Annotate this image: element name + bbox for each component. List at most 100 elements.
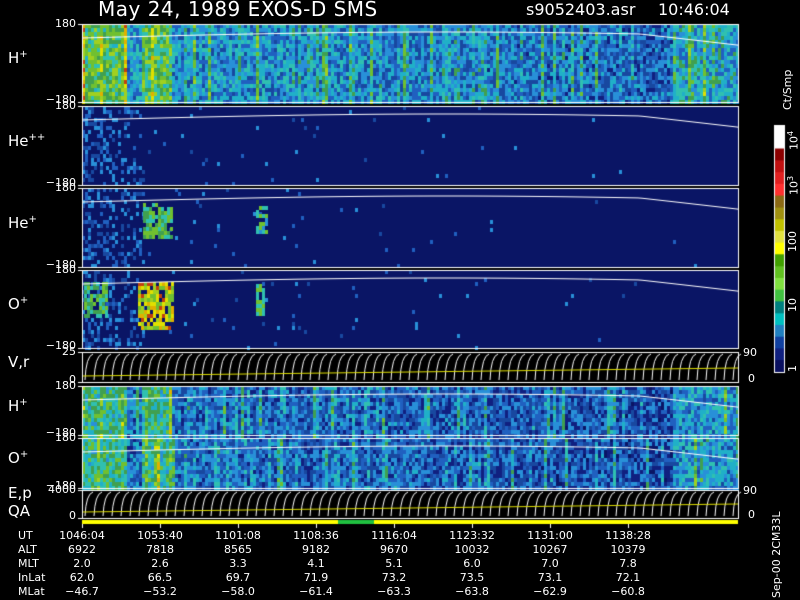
- panel-label-text: O: [8, 449, 20, 467]
- colorbar-label: 103: [786, 176, 800, 195]
- colorbar-label-base: 1: [786, 365, 799, 372]
- table-cell: −58.0: [221, 585, 255, 598]
- table-cell: 1101:08: [215, 529, 261, 542]
- file-name: s9052403.asr: [526, 0, 636, 19]
- right-tick-bottom: 0: [748, 372, 755, 385]
- panel-label-sup: ++: [28, 131, 46, 143]
- panel-label-text: He: [8, 213, 29, 232]
- panel-label-text: He: [8, 131, 29, 150]
- row-label-mlt: MLT: [18, 557, 39, 570]
- table-cell: 1131:00: [527, 529, 573, 542]
- table-cell: 9182: [302, 543, 330, 556]
- panel-label-heplus: He+: [8, 214, 37, 232]
- panel-label-hplus: H+: [8, 49, 28, 67]
- table-cell: 1053:40: [137, 529, 183, 542]
- plot-time: 10:46:04: [658, 0, 730, 19]
- row-label-alt: ALT: [18, 543, 37, 556]
- table-cell: 73.1: [537, 571, 563, 584]
- row-label-ut: UT: [18, 529, 33, 542]
- panel-label-oplus2: O+: [8, 449, 28, 467]
- panel-label-text: E,p: [8, 484, 32, 502]
- table-cell: 9670: [380, 543, 408, 556]
- table-cell: 7818: [146, 543, 174, 556]
- table-cell: 73.5: [459, 571, 485, 584]
- table-cell: 10379: [610, 543, 646, 556]
- colorbar-label-sup: 3: [786, 175, 795, 181]
- y-tick-max: 180: [55, 263, 76, 276]
- colorbar-label-base: 10: [787, 136, 800, 150]
- table-cell: 71.9: [303, 571, 329, 584]
- table-cell: 72.1: [615, 571, 641, 584]
- panel-label-sup: +: [19, 49, 28, 60]
- y-tick-max: 180: [55, 17, 76, 30]
- y-tick-max: 4000: [48, 483, 76, 496]
- table-cell: 2.6: [151, 557, 169, 570]
- colorbar-label-sup: 4: [786, 130, 795, 136]
- colorbar-label-base: 10: [786, 298, 799, 312]
- colorbar-label-base: 100: [786, 231, 799, 252]
- table-cell: 66.5: [147, 571, 173, 584]
- table-cell: −63.3: [377, 585, 411, 598]
- y-tick-max: 25: [62, 345, 76, 358]
- panel-label-hepp: He++: [8, 132, 45, 150]
- row-label-mlat: MLat: [18, 585, 45, 598]
- table-cell: 73.2: [381, 571, 407, 584]
- panel-label-sup: +: [19, 295, 29, 306]
- table-cell: 7.0: [541, 557, 559, 570]
- table-cell: 5.1: [385, 557, 403, 570]
- table-cell: −53.2: [143, 585, 177, 598]
- colorbar-label-base: 10: [787, 181, 800, 195]
- panel-label-sup: +: [28, 213, 37, 225]
- right-tick-bottom: 0: [748, 508, 755, 521]
- table-cell: −60.8: [611, 585, 645, 598]
- table-cell: 10267: [532, 543, 568, 556]
- y-tick-max: 180: [55, 99, 76, 112]
- panel-label-text: O: [8, 295, 20, 313]
- table-cell: 62.0: [69, 571, 95, 584]
- panel-label-text: H: [8, 396, 20, 415]
- table-cell: 10032: [454, 543, 490, 556]
- table-cell: 8565: [224, 543, 252, 556]
- table-cell: 2.0: [73, 557, 91, 570]
- panel-label-vr: V,r: [8, 353, 29, 371]
- table-cell: −62.9: [533, 585, 567, 598]
- footer-note: Sep-00 2CM33L: [770, 511, 783, 599]
- panel-label-oplus: O+: [8, 295, 28, 313]
- panel-label-ep: E,p: [8, 484, 32, 502]
- spectrogram-canvas: [0, 0, 800, 600]
- colorbar-label: 100: [786, 231, 799, 252]
- table-cell: −63.8: [455, 585, 489, 598]
- panel-label-sup: +: [19, 396, 28, 408]
- row-label-inlat: InLat: [18, 571, 46, 584]
- table-cell: 6922: [68, 543, 96, 556]
- y-tick-max: 180: [55, 181, 76, 194]
- colorbar-title: Ct/Smp: [781, 69, 794, 110]
- table-cell: 3.3: [229, 557, 247, 570]
- table-cell: 7.8: [619, 557, 637, 570]
- panel-label-text: H: [8, 49, 20, 67]
- table-cell: 1046:04: [59, 529, 105, 542]
- header: May 24, 1989 EXOS-D SMS s9052403.asr 10:…: [0, 0, 800, 24]
- panel-label-sup: +: [19, 449, 29, 460]
- y-tick-min: 0: [69, 509, 76, 522]
- panel-label-hplus2: H+: [8, 397, 28, 415]
- right-tick-top: 90: [743, 484, 757, 497]
- table-cell: −61.4: [299, 585, 333, 598]
- table-cell: 69.7: [225, 571, 251, 584]
- table-cell: 6.0: [463, 557, 481, 570]
- table-cell: 1108:36: [293, 529, 339, 542]
- table-cell: 1116:04: [371, 529, 417, 542]
- colorbar-label: 104: [786, 131, 800, 150]
- y-tick-max: 180: [55, 431, 76, 444]
- panel-label-text: V,r: [8, 353, 30, 371]
- table-cell: 1123:32: [449, 529, 495, 542]
- y-tick-max: 180: [55, 379, 76, 392]
- colorbar-label: 10: [786, 298, 799, 312]
- panel-label-qa: QA: [8, 502, 31, 520]
- table-cell: 4.1: [307, 557, 325, 570]
- table-cell: −46.7: [65, 585, 99, 598]
- right-tick-top: 90: [743, 346, 757, 359]
- table-cell: 1138:28: [605, 529, 651, 542]
- plot-title: May 24, 1989 EXOS-D SMS: [98, 0, 378, 21]
- colorbar-label: 1: [786, 365, 799, 372]
